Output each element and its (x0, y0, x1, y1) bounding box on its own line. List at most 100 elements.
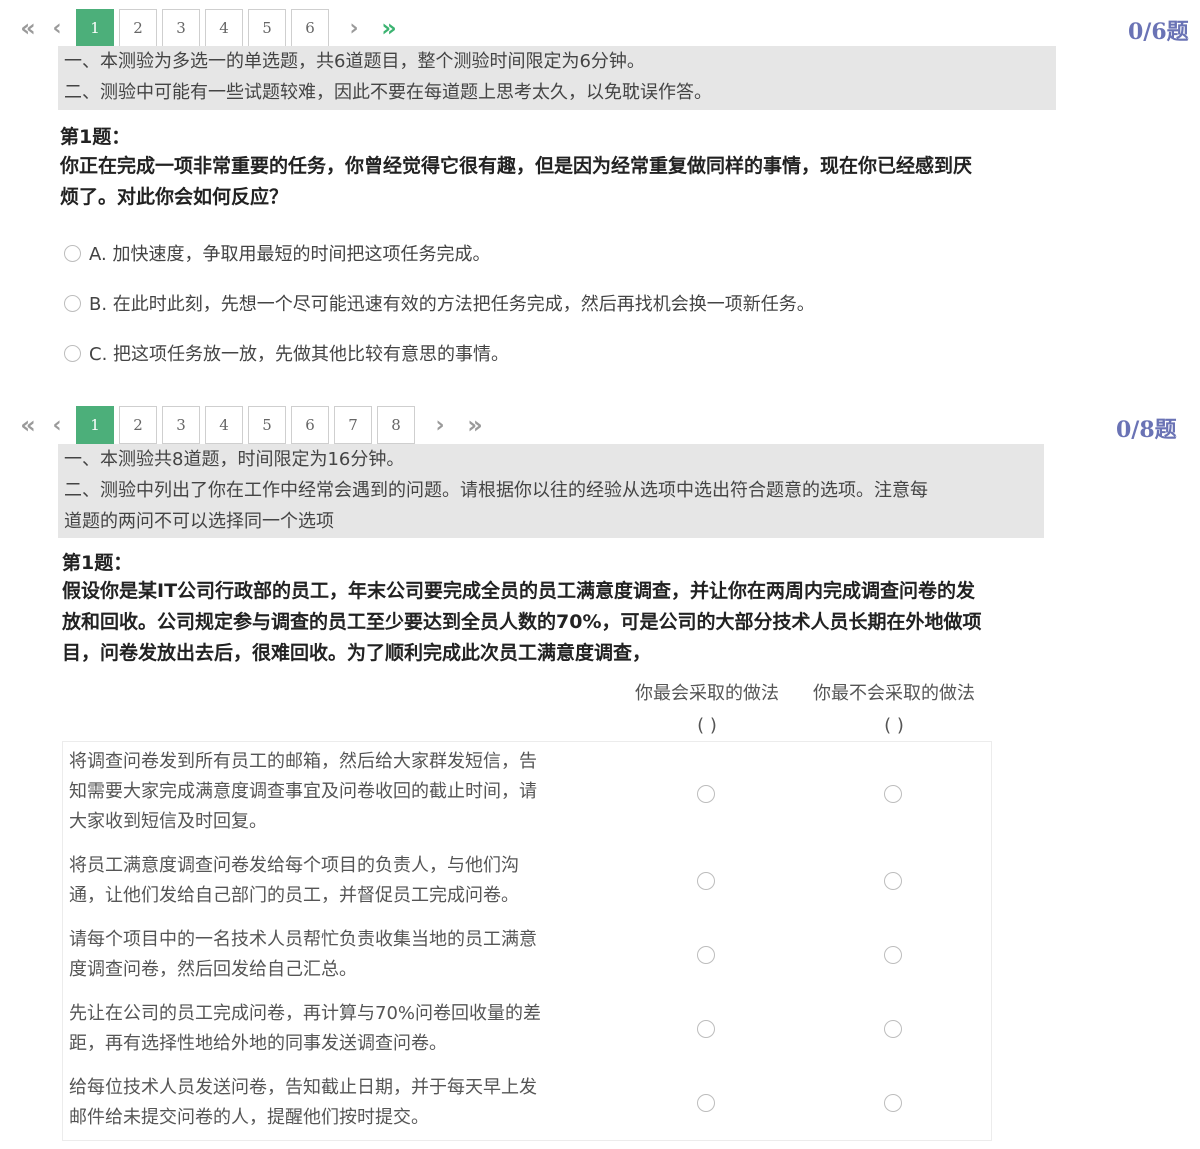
answered-counter: 0/8题 (1116, 417, 1177, 443)
option-a-radio[interactable] (64, 244, 81, 262)
row-text-line: 通，让他们发给自己部门的员工，并督促员工完成问卷。 (69, 885, 519, 906)
radio-circle[interactable] (697, 946, 715, 964)
option-b-label: B. 在此时此刻，先想一个尽可能迅速有效的方法把任务完成，然后再找机会换一项新任… (89, 294, 815, 315)
option-b-radio[interactable] (64, 294, 81, 312)
least-likely-radio[interactable] (884, 1094, 904, 1114)
row-text: 请每个项目中的一名技术人员帮忙负责收集当地的员工满意 度调查问卷，然后回发给自己… (69, 925, 599, 985)
pager-bottom: « ‹ 12345678 › » (8, 405, 489, 445)
row-text: 先让在公司的员工完成问卷，再计算与70%问卷回收量的差 距，再有选择性地给外地的… (69, 999, 599, 1059)
page-number-button[interactable]: 6 (291, 9, 329, 47)
page-number-list: 123456 (76, 9, 329, 47)
question-line: 目，问卷发放出去后，很难回收。为了顺利完成此次员工满意度调查， (62, 642, 652, 664)
column-least-likely: 你最不会采取的做法 ( ) (796, 678, 992, 742)
row-text-line: 距，再有选择性地给外地的同事发送调查问卷。 (69, 1033, 447, 1054)
column-most-likely-label: 你最会采取的做法 (635, 683, 779, 704)
column-least-likely-paren: ( ) (884, 715, 904, 736)
most-likely-radio[interactable] (697, 872, 717, 892)
row-text-line: 先让在公司的员工完成问卷，再计算与70%问卷回收量的差 (69, 1003, 542, 1024)
question-text: 假设你是某IT公司行政部的员工，年末公司要完成全员的员工满意度调查，并让你在两周… (62, 576, 981, 669)
next-page-button[interactable]: › (339, 16, 369, 41)
radio-circle[interactable] (884, 1094, 902, 1112)
row-text-line: 大家收到短信及时回复。 (69, 811, 267, 832)
page-number-button[interactable]: 3 (162, 406, 200, 444)
ranking-table: 将调查问卷发到所有员工的邮箱，然后给大家群发短信，告 知需要大家完成满意度调查事… (62, 741, 992, 1141)
row-text-line: 知需要大家完成满意度调查事宜及问卷收回的截止时间，请 (69, 781, 537, 802)
most-likely-radio[interactable] (697, 1094, 717, 1114)
option-b[interactable]: B. 在此时此刻，先想一个尽可能迅速有效的方法把任务完成，然后再找机会换一项新任… (64, 290, 815, 316)
page-number-button[interactable]: 2 (119, 9, 157, 47)
row-text-line: 度调查问卷，然后回发给自己汇总。 (69, 959, 357, 980)
instruction-line: 一、本测验为多选一的单选题，共6道题目，整个测验时间限定为6分钟。 (64, 51, 645, 72)
most-likely-radio[interactable] (697, 946, 717, 966)
row-text-line: 给每位技术人员发送问卷，告知截止日期，并于每天早上发 (69, 1077, 537, 1098)
column-least-likely-label: 你最不会采取的做法 (813, 683, 975, 704)
radio-circle[interactable] (697, 872, 715, 890)
radio-circle[interactable] (884, 946, 902, 964)
least-likely-radio[interactable] (884, 872, 904, 892)
column-most-likely: 你最会采取的做法 ( ) (612, 678, 802, 742)
option-c[interactable]: C. 把这项任务放一放，先做其他比较有意思的事情。 (64, 340, 509, 366)
option-a-label: A. 加快速度，争取用最短的时间把这项任务完成。 (89, 244, 491, 265)
question-number: 第1题： (62, 552, 133, 574)
row-text-line: 将调查问卷发到所有员工的邮箱，然后给大家群发短信，告 (69, 751, 537, 772)
page-number-button[interactable]: 1 (76, 406, 114, 444)
instruction-line: 二、测验中列出了你在工作中经常会遇到的问题。请根据你以往的经验从选项中选出符合题… (64, 480, 928, 501)
page-number-button[interactable]: 6 (291, 406, 329, 444)
radio-circle[interactable] (884, 785, 902, 803)
table-row: 给每位技术人员发送问卷，告知截止日期，并于每天早上发 邮件给未提交问卷的人，提醒… (63, 1073, 993, 1137)
question-text: 你正在完成一项非常重要的任务，你曾经觉得它很有趣，但是因为经常重复做同样的事情，… (60, 151, 972, 213)
question-line: 你正在完成一项非常重要的任务，你曾经觉得它很有趣，但是因为经常重复做同样的事情，… (60, 155, 973, 177)
option-c-radio[interactable] (64, 344, 81, 362)
row-text-line: 将员工满意度调查问卷发给每个项目的负责人，与他们沟 (69, 855, 519, 876)
page-number-button[interactable]: 1 (76, 9, 114, 47)
row-text: 给每位技术人员发送问卷，告知截止日期，并于每天早上发 邮件给未提交问卷的人，提醒… (69, 1073, 599, 1133)
page-number-button[interactable]: 7 (334, 406, 372, 444)
option-a[interactable]: A. 加快速度，争取用最短的时间把这项任务完成。 (64, 240, 490, 266)
last-page-button[interactable]: » (455, 411, 489, 439)
column-most-likely-paren: ( ) (697, 715, 717, 736)
next-page-button[interactable]: › (425, 413, 455, 438)
prev-page-button[interactable]: ‹ (42, 413, 72, 438)
page-number-button[interactable]: 4 (205, 9, 243, 47)
page-number-button[interactable]: 5 (248, 406, 286, 444)
page-number-button[interactable]: 2 (119, 406, 157, 444)
radio-circle[interactable] (697, 1020, 715, 1038)
table-row: 先让在公司的员工完成问卷，再计算与70%问卷回收量的差 距，再有选择性地给外地的… (63, 999, 993, 1063)
least-likely-radio[interactable] (884, 1020, 904, 1040)
table-row: 请每个项目中的一名技术人员帮忙负责收集当地的员工满意 度调查问卷，然后回发给自己… (63, 925, 993, 989)
most-likely-radio[interactable] (697, 785, 717, 805)
page-number-button[interactable]: 4 (205, 406, 243, 444)
instructions-box: 一、本测验共8道题，时间限定为16分钟。 二、测验中列出了你在工作中经常会遇到的… (58, 444, 1044, 538)
radio-circle[interactable] (884, 1020, 902, 1038)
most-likely-radio[interactable] (697, 1020, 717, 1040)
table-row: 将调查问卷发到所有员工的邮箱，然后给大家群发短信，告 知需要大家完成满意度调查事… (63, 747, 993, 845)
instruction-line: 道题的两问不可以选择同一个选项 (64, 511, 334, 532)
question-number: 第1题： (60, 126, 131, 148)
option-c-label: C. 把这项任务放一放，先做其他比较有意思的事情。 (89, 344, 510, 365)
page-number-button[interactable]: 5 (248, 9, 286, 47)
last-page-button[interactable]: » (369, 14, 403, 42)
instruction-line: 二、测验中可能有一些试题较难，因此不要在每道题上思考太久，以免耽误作答。 (64, 82, 712, 103)
page-number-list: 12345678 (76, 406, 415, 444)
answered-counter: 0/6题 (1128, 19, 1189, 45)
table-row: 将员工满意度调查问卷发给每个项目的负责人，与他们沟 通，让他们发给自己部门的员工… (63, 851, 993, 915)
page-number-button[interactable]: 8 (377, 406, 415, 444)
first-page-button[interactable]: « (8, 14, 42, 42)
question-line: 放和回收。公司规定参与调查的员工至少要达到全员人数的70%，可是公司的大部分技术… (62, 611, 982, 633)
radio-circle[interactable] (884, 872, 902, 890)
radio-circle[interactable] (697, 1094, 715, 1112)
row-text-line: 邮件给未提交问卷的人，提醒他们按时提交。 (69, 1107, 429, 1128)
least-likely-radio[interactable] (884, 785, 904, 805)
prev-page-button[interactable]: ‹ (42, 16, 72, 41)
pager-top: « ‹ 123456 › » (8, 8, 403, 48)
question-line: 烦了。对此你会如何反应？ (60, 186, 289, 208)
page-number-button[interactable]: 3 (162, 9, 200, 47)
row-text: 将调查问卷发到所有员工的邮箱，然后给大家群发短信，告 知需要大家完成满意度调查事… (69, 747, 599, 837)
question-line: 假设你是某IT公司行政部的员工，年末公司要完成全员的员工满意度调查，并让你在两周… (62, 580, 976, 602)
radio-circle[interactable] (697, 785, 715, 803)
instruction-line: 一、本测验共8道题，时间限定为16分钟。 (64, 449, 405, 470)
first-page-button[interactable]: « (8, 411, 42, 439)
row-text: 将员工满意度调查问卷发给每个项目的负责人，与他们沟 通，让他们发给自己部门的员工… (69, 851, 599, 911)
least-likely-radio[interactable] (884, 946, 904, 966)
instructions-box: 一、本测验为多选一的单选题，共6道题目，整个测验时间限定为6分钟。 二、测验中可… (58, 46, 1056, 110)
